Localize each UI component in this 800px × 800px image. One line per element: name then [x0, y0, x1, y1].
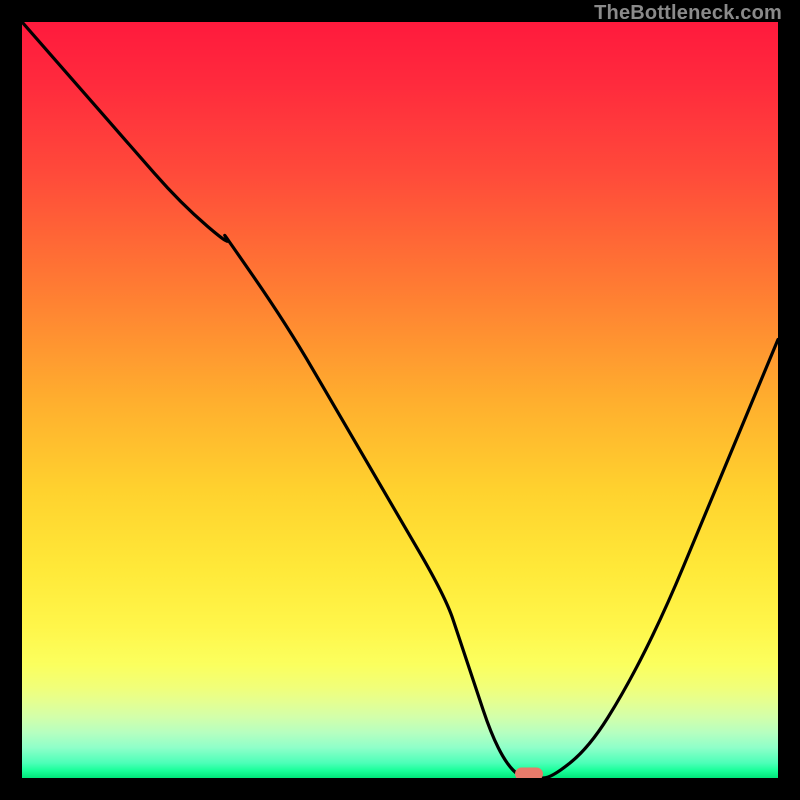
bottleneck-curve [22, 22, 778, 778]
plot-area [22, 22, 778, 778]
optimal-marker [515, 768, 543, 779]
chart-frame: TheBottleneck.com [0, 0, 800, 800]
